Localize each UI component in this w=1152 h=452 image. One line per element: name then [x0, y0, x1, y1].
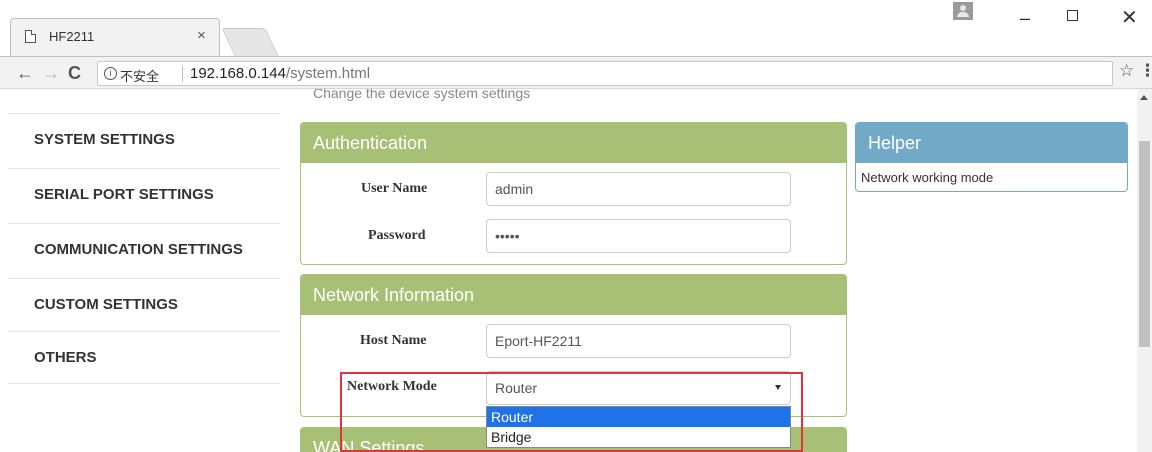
sidebar-item-custom-settings[interactable]: CUSTOM SETTINGS [8, 278, 280, 333]
page-subtitle: Change the device system settings [313, 89, 531, 101]
forward-icon[interactable]: → [42, 63, 60, 83]
info-icon[interactable]: i [104, 67, 117, 80]
security-label[interactable]: 不安全 [120, 66, 159, 85]
url-host: 192.168.0.144 [190, 65, 286, 82]
url-text[interactable]: 192.168.0.144/system.html [190, 65, 370, 82]
sidebar-item-serial-port-settings[interactable]: SERIAL PORT SETTINGS [8, 168, 280, 223]
username-input[interactable]: admin [486, 172, 791, 206]
browser-toolbar: ← → C i 不安全 192.168.0.144/system.html ☆ … [0, 56, 1152, 89]
panel-title: Authentication [301, 123, 846, 163]
url-path: /system.html [285, 65, 371, 82]
menu-icon[interactable]: ⋮ [1139, 61, 1152, 81]
username-label: User Name [361, 181, 428, 196]
close-icon[interactable]: × [197, 27, 206, 45]
helper-title: Helper [856, 123, 1127, 163]
browser-titlebar: HF2211 × – ✕ [0, 0, 1152, 56]
helper-text: Network working mode [861, 170, 994, 185]
highlight-box [340, 372, 803, 452]
scrollbar-thumb[interactable] [1139, 141, 1150, 347]
hostname-input[interactable]: Eport-HF2211 [486, 324, 791, 358]
scroll-up-arrow-icon[interactable] [1140, 95, 1148, 100]
page-icon [25, 30, 36, 43]
sidebar-item-label: CUSTOM SETTINGS [34, 296, 178, 313]
sidebar-item-system-settings[interactable]: SYSTEM SETTINGS [8, 113, 280, 168]
page-scrollbar[interactable] [1137, 89, 1152, 452]
minimize-icon[interactable]: – [1020, 8, 1030, 28]
new-tab-button[interactable] [221, 28, 279, 56]
sidebar: SYSTEM SETTINGS SERIAL PORT SETTINGS COM… [8, 89, 280, 452]
page-viewport: SYSTEM SETTINGS SERIAL PORT SETTINGS COM… [0, 89, 1137, 452]
address-bar[interactable]: i 不安全 192.168.0.144/system.html [97, 61, 1113, 86]
tab-title: HF2211 [49, 29, 95, 44]
back-icon[interactable]: ← [16, 63, 34, 83]
window-close-icon[interactable]: ✕ [1121, 8, 1138, 28]
sidebar-item-label: COMMUNICATION SETTINGS [34, 241, 243, 258]
star-icon[interactable]: ☆ [1119, 61, 1134, 81]
user-icon[interactable] [953, 2, 973, 20]
sidebar-item-label: SERIAL PORT SETTINGS [34, 186, 214, 203]
sidebar-item-label: OTHERS [34, 349, 97, 366]
password-label: Password [368, 228, 426, 243]
hostname-label: Host Name [360, 333, 427, 348]
browser-tab[interactable]: HF2211 × [10, 18, 220, 56]
maximize-icon[interactable] [1067, 10, 1078, 21]
sidebar-divider [8, 383, 280, 384]
sidebar-item-label: SYSTEM SETTINGS [34, 131, 175, 148]
helper-panel: Helper Network working mode [855, 122, 1128, 192]
omnibox-divider [182, 66, 183, 82]
password-input[interactable]: ••••• [486, 219, 791, 253]
panel-title: Network Information [301, 275, 846, 315]
reload-icon[interactable]: C [68, 63, 81, 83]
sidebar-item-others[interactable]: OTHERS [8, 331, 280, 386]
sidebar-item-communication-settings[interactable]: COMMUNICATION SETTINGS [8, 223, 280, 278]
